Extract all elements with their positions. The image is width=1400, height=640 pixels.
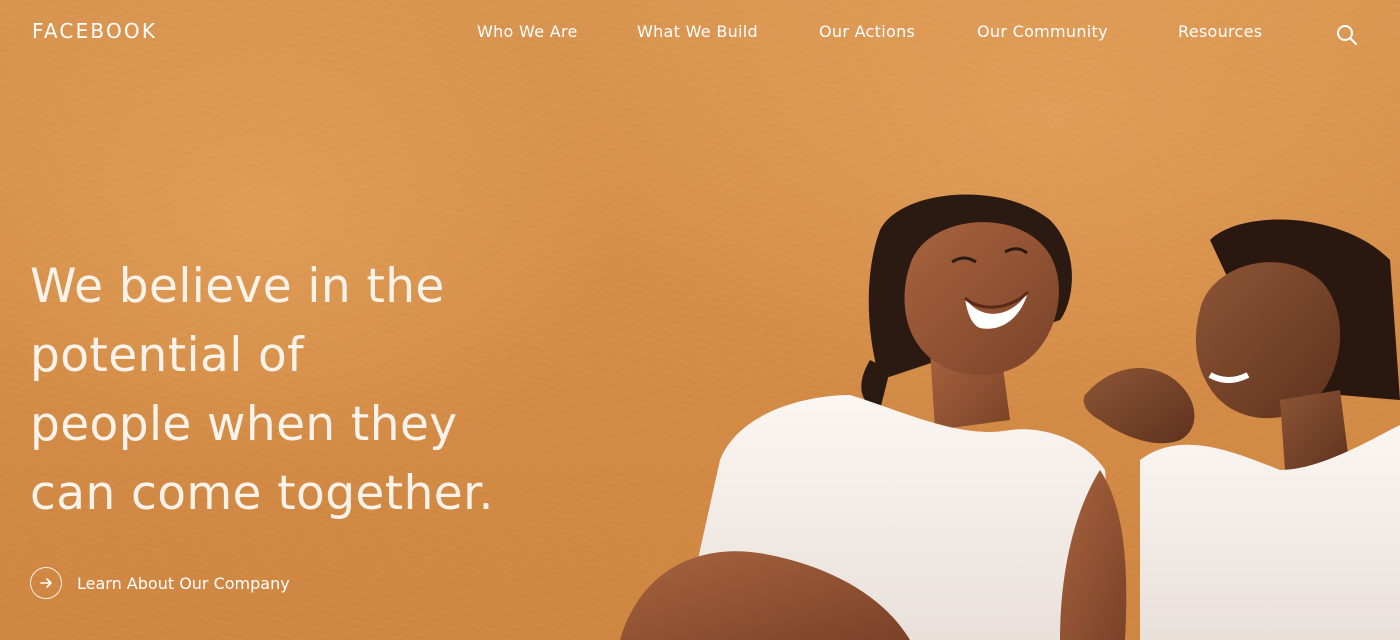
nav-item-our-actions[interactable]: Our Actions [819, 22, 915, 41]
headline-line: We believe in the [30, 259, 445, 314]
headline-line: can come together. [30, 466, 494, 521]
cta-circle[interactable] [30, 567, 62, 599]
learn-about-company-link[interactable]: Learn About Our Company [30, 565, 290, 601]
nav-item-resources[interactable]: Resources [1178, 22, 1262, 41]
arrow-right-icon [40, 578, 52, 588]
facebook-logo[interactable]: FACEBOOK [32, 19, 157, 43]
nav-item-who-we-are[interactable]: Who We Are [477, 22, 578, 41]
hero-photo [620, 194, 1400, 640]
nav-item-our-community[interactable]: Our Community [977, 22, 1108, 41]
headline-line: potential of [30, 328, 305, 383]
cta-label[interactable]: Learn About Our Company [77, 574, 290, 593]
nav-item-what-we-build[interactable]: What We Build [637, 22, 758, 41]
hero-section: FACEBOOK Who We Are What We Build Our Ac… [0, 0, 1400, 640]
headline-line: people when they [30, 397, 458, 452]
hero-headline: We believe in the potential of people wh… [30, 252, 650, 528]
search-icon [1337, 25, 1357, 45]
top-navigation: FACEBOOK Who We Are What We Build Our Ac… [0, 0, 1400, 64]
search-button[interactable] [1336, 24, 1358, 46]
